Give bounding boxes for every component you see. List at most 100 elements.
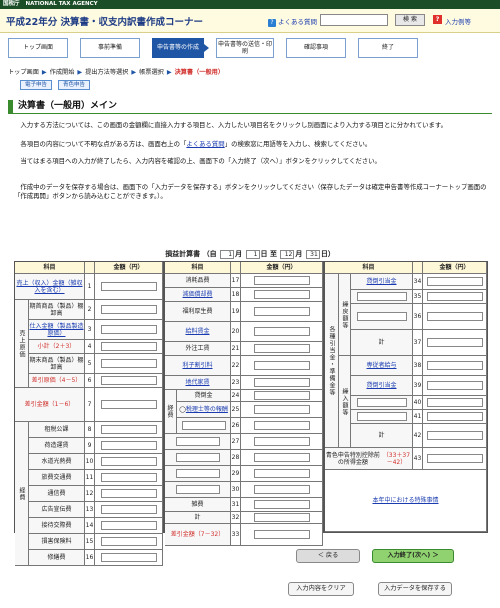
row-number: 43 (413, 448, 423, 470)
custom-item-input[interactable] (175, 453, 220, 462)
amount-cell (241, 482, 323, 498)
from-month-field[interactable]: 1 (220, 249, 235, 259)
row-number: 33 (231, 524, 241, 546)
custom-item-input[interactable] (175, 485, 220, 494)
help-link[interactable]: 入力例等 (445, 16, 471, 26)
search-button[interactable]: 検 索 (395, 14, 425, 26)
custom-item-input[interactable] (356, 312, 407, 321)
search-input[interactable] (320, 14, 388, 26)
amount-input[interactable] (253, 391, 310, 400)
to-day-field[interactable]: 31 (305, 249, 320, 259)
back-button[interactable]: ＜ 戻る (296, 549, 360, 563)
amount-input[interactable] (253, 513, 310, 522)
amount-input[interactable] (253, 290, 310, 299)
amount-input[interactable] (426, 338, 483, 347)
amount-input[interactable] (426, 292, 483, 301)
amount-input[interactable] (253, 378, 310, 387)
amount-input[interactable] (253, 469, 310, 478)
amount-input[interactable] (426, 454, 483, 463)
faq-inline-link[interactable]: よくある質問 (186, 140, 224, 148)
amount-input[interactable] (100, 457, 157, 466)
row-label[interactable] (165, 482, 231, 498)
amount-input[interactable] (100, 425, 157, 434)
row-label: ◯ 税理士等の報酬 (177, 402, 231, 418)
step-prep: 事前準備 (80, 38, 140, 58)
amount-input[interactable] (253, 344, 310, 353)
amount-input[interactable] (100, 441, 157, 450)
amount-input[interactable] (426, 412, 483, 421)
item-label: 接待交際費 (41, 522, 72, 529)
amount-input[interactable] (100, 282, 157, 291)
custom-item-input[interactable] (356, 412, 407, 421)
row-label: 期末商品（製品）棚卸高 (29, 354, 85, 374)
item-link[interactable]: 地代家賃 (185, 379, 209, 386)
amount-input[interactable] (100, 305, 157, 314)
amount-input[interactable] (100, 400, 157, 409)
item-link[interactable]: 貸倒引当金 (366, 382, 396, 389)
faq-link[interactable]: ? よくある質問 (268, 16, 317, 27)
special-circumstances-link[interactable]: 本年中における特殊事情 (372, 497, 438, 504)
custom-item-input[interactable] (175, 469, 220, 478)
amount-input[interactable] (426, 381, 483, 390)
amount-input[interactable] (100, 359, 157, 368)
help-icon[interactable]: ? (433, 15, 442, 24)
amount-input[interactable] (100, 473, 157, 482)
item-link[interactable]: 専従者給与 (366, 362, 396, 369)
custom-item-input[interactable] (356, 398, 407, 407)
amount-input[interactable] (426, 431, 483, 440)
amount-input[interactable] (426, 312, 483, 321)
amount-input[interactable] (100, 521, 157, 530)
item-link[interactable]: 減価償却費 (182, 291, 212, 298)
amount-input[interactable] (426, 398, 483, 407)
row-number: 19 (231, 302, 241, 322)
row-label[interactable] (165, 466, 231, 482)
amount-input[interactable] (253, 421, 310, 430)
item-link[interactable]: 利子割引料 (182, 362, 212, 369)
from-day-field[interactable]: 1 (245, 249, 260, 259)
amount-input[interactable] (253, 405, 310, 414)
custom-item-input[interactable] (181, 421, 226, 430)
amount-input[interactable] (253, 500, 310, 509)
amount-input[interactable] (253, 361, 310, 370)
to-month-field[interactable]: 12 (280, 249, 295, 259)
amount-input[interactable] (100, 376, 157, 385)
next-button[interactable]: 入力終了(次へ) ＞ (372, 549, 454, 563)
item-link[interactable]: 給料賃金 (185, 328, 209, 335)
item-link[interactable]: 税理士等の報酬 (186, 406, 228, 413)
amount-input[interactable] (100, 505, 157, 514)
row-label[interactable] (165, 450, 231, 466)
row-label[interactable] (351, 410, 413, 424)
item-link[interactable]: 売上（収入）金額（雑収入を含む） (15, 280, 84, 294)
faq-label: よくある質問 (278, 18, 317, 26)
custom-item-input[interactable] (175, 437, 220, 446)
row-label[interactable] (351, 396, 413, 410)
custom-item-input[interactable] (356, 292, 407, 301)
amount-input[interactable] (100, 342, 157, 351)
row-number: 8 (85, 422, 95, 438)
amount-input[interactable] (253, 437, 310, 446)
row-label[interactable] (351, 304, 413, 330)
amount-input[interactable] (253, 327, 310, 336)
amount-input[interactable] (100, 489, 157, 498)
clear-button[interactable]: 入力内容をクリア (288, 582, 354, 596)
item-label: 青色申告特別控除前の所得金額 (325, 451, 380, 466)
amount-input[interactable] (100, 537, 157, 546)
item-link[interactable]: 貸倒引当金 (366, 278, 396, 285)
save-button[interactable]: 入力データを保存する (378, 582, 452, 596)
row-label[interactable] (177, 418, 231, 434)
amount-input[interactable] (253, 276, 310, 285)
amount-input[interactable] (100, 325, 157, 334)
item-link[interactable]: 仕入金額（製品製造原価） (29, 323, 84, 337)
row-label[interactable] (165, 434, 231, 450)
amount-input[interactable] (253, 530, 310, 539)
amount-input[interactable] (426, 277, 483, 286)
row-label[interactable] (351, 290, 413, 304)
amount-input[interactable] (253, 453, 310, 462)
agency-name-ja: 国税庁 (3, 1, 20, 7)
radio-icon[interactable]: ◯ (179, 406, 186, 413)
amount-input[interactable] (100, 553, 157, 562)
amount-input[interactable] (253, 307, 310, 316)
row-label: 売上（収入）金額（雑収入を含む） (15, 274, 85, 300)
amount-input[interactable] (426, 361, 483, 370)
amount-input[interactable] (253, 485, 310, 494)
